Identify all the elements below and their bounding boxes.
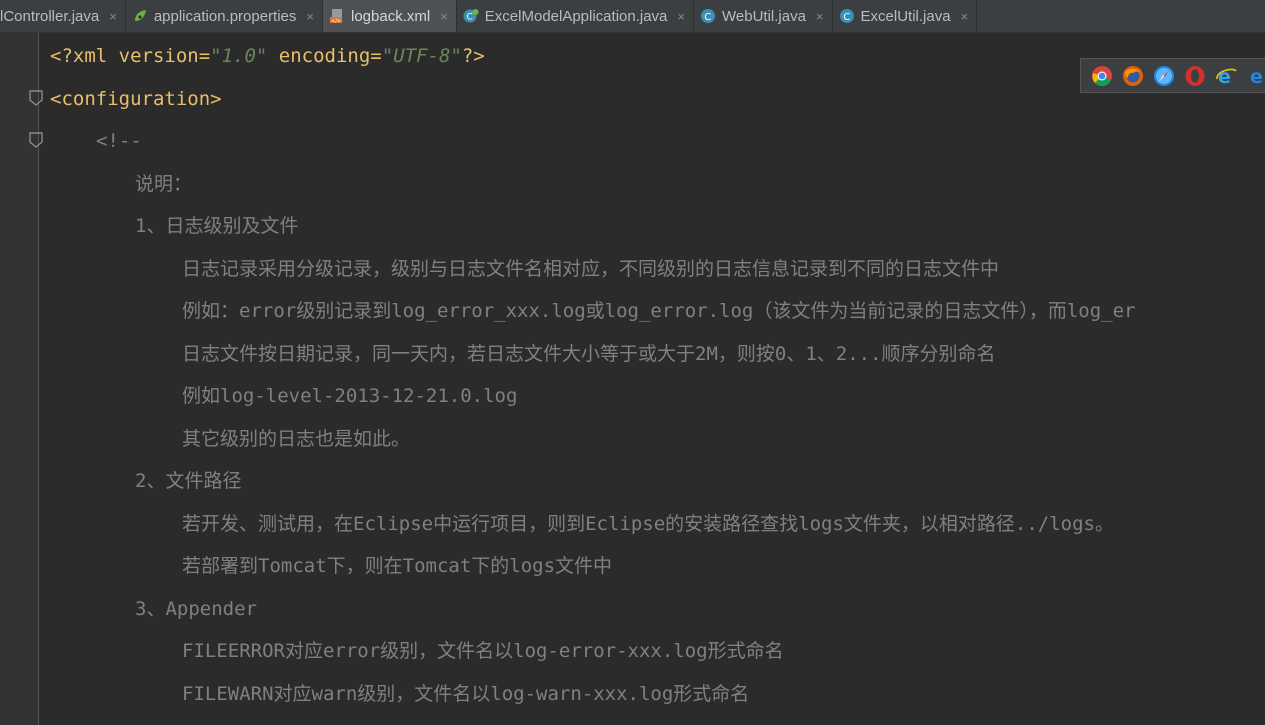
svg-text:C: C [843, 12, 850, 23]
svg-text:C: C [466, 13, 472, 23]
tab-logback-xml[interactable]: </> logback.xml × [323, 0, 457, 32]
close-icon[interactable]: × [440, 9, 448, 24]
xml-version-value: "1.0" [210, 45, 268, 67]
tab-application-properties[interactable]: application.properties × [126, 0, 323, 32]
xml-decl-close: ?> [461, 45, 485, 67]
close-icon[interactable]: × [961, 9, 969, 24]
close-icon[interactable]: × [109, 9, 117, 24]
ie-icon[interactable]: e [1215, 65, 1237, 87]
code-line-comment-open: <!-- [96, 130, 142, 152]
tab-label: application.properties [153, 7, 297, 25]
code-editor[interactable]: <?xml version="1.0" encoding="UTF-8"?> <… [38, 33, 1265, 725]
code-line: 若部署到Tomcat下，则在Tomcat下的logs文件中 [182, 555, 613, 577]
svg-text:e: e [1250, 66, 1263, 87]
tab-webutil-java[interactable]: C WebUtil.java × [694, 0, 833, 32]
open-in-browser-toolbar: e e [1080, 58, 1265, 93]
tab-label: ExcelUtil.java [860, 7, 951, 25]
edge-icon[interactable]: e [1246, 65, 1265, 87]
spring-boot-class-icon: C [463, 8, 479, 24]
code-line: FILEERROR对应error级别，文件名以log-error-xxx.log… [182, 640, 784, 662]
code-line-xml-declaration: <?xml version="1.0" encoding="UTF-8"?> [50, 42, 485, 70]
code-line-configuration-tag: <configuration> [50, 88, 222, 110]
chrome-icon[interactable] [1091, 65, 1113, 87]
code-line: 1、日志级别及文件 [135, 215, 299, 237]
tab-excelutil-java[interactable]: C ExcelUtil.java × [833, 0, 978, 32]
tab-label: WebUtil.java [722, 7, 806, 25]
tab-controller-java[interactable]: lController.java × [0, 0, 126, 32]
code-line: FILEWARN对应warn级别，文件名以log-warn-xxx.log形式命… [182, 683, 750, 705]
code-line: 3、Appender [135, 598, 257, 620]
code-line: 若开发、测试用，在Eclipse中运行项目，则到Eclipse的安装路径查找lo… [182, 513, 1114, 535]
editor-tab-bar: lController.java × application.propertie… [0, 0, 1265, 33]
spring-properties-icon [132, 8, 148, 24]
close-icon[interactable]: × [677, 9, 685, 24]
svg-text:</>: </> [331, 19, 341, 25]
opera-icon[interactable] [1184, 65, 1206, 87]
xml-encoding-attr: encoding= [267, 45, 382, 67]
java-class-icon: C [700, 8, 716, 24]
svg-text:C: C [704, 12, 711, 23]
tab-label: lController.java [0, 7, 100, 25]
safari-icon[interactable] [1153, 65, 1175, 87]
java-class-icon: C [839, 8, 855, 24]
code-line: 2、文件路径 [135, 470, 242, 492]
close-icon[interactable]: × [816, 9, 824, 24]
tab-label: logback.xml [351, 7, 431, 25]
firefox-icon[interactable] [1122, 65, 1144, 87]
close-icon[interactable]: × [306, 9, 314, 24]
code-line: 例如：error级别记录到log_error_xxx.log或log_error… [182, 300, 1136, 322]
code-line: 其它级别的日志也是如此。 [182, 428, 411, 450]
code-line: 日志记录采用分级记录，级别与日志文件名相对应，不同级别的日志信息记录到不同的日志… [182, 258, 1000, 280]
code-line: 例如log-level-2013-12-21.0.log [182, 385, 518, 407]
xml-encoding-value: "UTF-8" [381, 45, 462, 67]
code-line: 说明： [135, 173, 193, 195]
xml-decl-open: <?xml version= [50, 45, 211, 67]
code-line: 日志文件按日期记录，同一天内，若日志文件大小等于或大于2M，则按0、1、2...… [182, 343, 996, 365]
tab-excel-model-application[interactable]: C ExcelModelApplication.java × [457, 0, 694, 32]
xml-file-icon: </> [329, 8, 345, 24]
tab-label: ExcelModelApplication.java [484, 7, 668, 25]
